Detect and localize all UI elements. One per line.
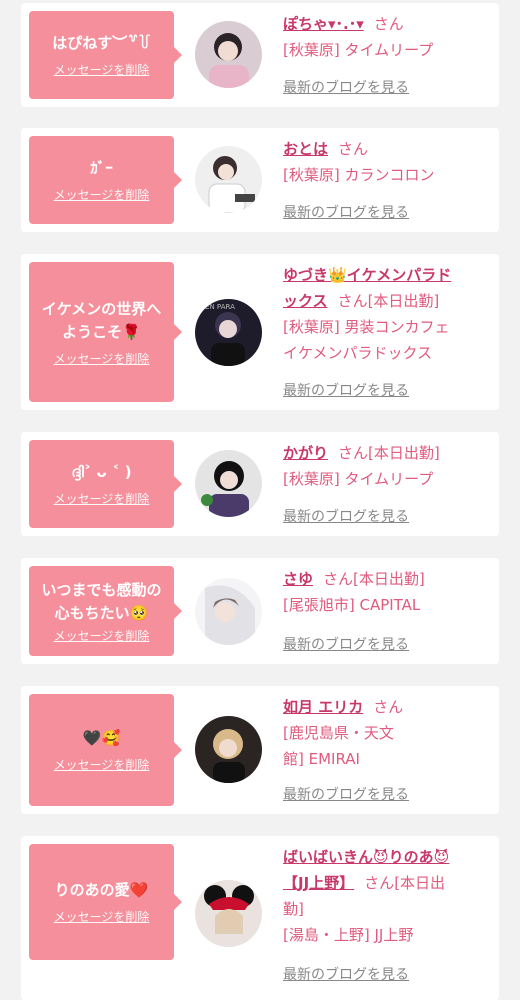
message-card: ദ്ദി˃ ᴗ ˂ ) メッセージを削除 かがり さん[本日出勤] [秋葉原] タ… [21, 432, 499, 536]
shop-text: [尾張旭市] CAPITAL [283, 596, 421, 614]
avatar[interactable] [195, 578, 262, 645]
shop-text: [秋葉原] タイムリープ [283, 41, 434, 59]
delete-message-link[interactable]: メッセージを削除 [54, 61, 150, 78]
message-bubble: ｶﾞｰ メッセージを削除 [29, 136, 182, 224]
delete-message-link[interactable]: メッセージを削除 [54, 908, 150, 925]
message-card: 🖤🥰 メッセージを削除 如月 エリカ さん [鹿児島県・天文 館] EMIRAI … [21, 686, 499, 814]
message-text-line2: ようこそ🌹 [62, 322, 141, 341]
latest-blog-link[interactable]: 最新のブログを見る [283, 77, 409, 97]
message-text: ദ്ദി˃ ᴗ ˂ ) [71, 463, 132, 481]
message-bubble: ദ്ദി˃ ᴗ ˂ ) メッセージを削除 [29, 440, 182, 528]
honorific: さん [338, 444, 369, 462]
cast-info: ばいばいきん😈りのあ😈 【JJ上野】 さん[本日出 勤] [湯島・上野] JJ上野 [283, 844, 493, 948]
latest-blog-link[interactable]: 最新のブログを見る [283, 506, 409, 526]
shop-text-line2: イケメンパラドックス [283, 344, 433, 362]
message-text-line1: いつまでも感動の [41, 580, 162, 599]
delete-message-link[interactable]: メッセージを削除 [54, 186, 150, 203]
message-text: ｶﾞｰ [90, 159, 113, 177]
avatar[interactable] [195, 880, 262, 947]
shop-text: [秋葉原] タイムリープ [283, 470, 434, 488]
honorific: さん [338, 140, 369, 158]
honorific: さん [323, 570, 354, 588]
cast-name-link[interactable]: かがり [283, 444, 328, 462]
message-card: りのあの愛❤️ メッセージを削除 ばいばいきん😈りのあ😈 【JJ上野】 さん[本日… [21, 836, 499, 1000]
cast-info: 如月 エリカ さん [鹿児島県・天文 館] EMIRAI [283, 694, 493, 772]
shop-text-line2: 館] EMIRAI [283, 750, 360, 768]
shop-text-line1: [秋葉原] 男装コンカフェ [283, 318, 450, 336]
message-card: いつまでも感動の 心もちたい🥺 メッセージを削除 さゆ さん[本日出勤] [尾張旭… [21, 558, 499, 664]
cast-name-link[interactable]: おとは [283, 140, 328, 158]
cast-info: ゆづき👑イケメンパラド ックス さん[本日出勤] [秋葉原] 男装コンカフェ イケ… [283, 262, 493, 366]
attendance-status: [本日出 [394, 874, 446, 892]
cast-name-link-cont[interactable]: 【JJ上野】 [283, 874, 354, 892]
message-text: りのあの愛❤️ [54, 881, 149, 899]
shop-text-line1: [鹿児島県・天文 [283, 724, 394, 742]
message-bubble: 🖤🥰 メッセージを削除 [29, 694, 182, 806]
delete-message-link[interactable]: メッセージを削除 [54, 350, 150, 367]
avatar[interactable] [195, 146, 262, 213]
svg-text:MEN PARA: MEN PARA [199, 303, 235, 311]
message-bubble: りのあの愛❤️ メッセージを削除 [29, 844, 182, 960]
cast-info: かがり さん[本日出勤] [秋葉原] タイムリープ [283, 440, 493, 492]
attendance-status: [本日出勤] [368, 444, 440, 462]
message-card: イケメンの世界へ ようこそ🌹 メッセージを削除 MEN PARA ゆづき👑イケメ… [21, 254, 499, 410]
cast-info: おとは さん [秋葉原] カランコロン [283, 136, 493, 188]
latest-blog-link[interactable]: 最新のブログを見る [283, 784, 409, 804]
message-bubble: はぴねす︶꒷꒦ メッセージを削除 [29, 11, 182, 99]
shop-text: [湯島・上野] JJ上野 [283, 926, 414, 944]
cast-name-link[interactable]: ばいばいきん😈りのあ😈 [283, 844, 493, 870]
attendance-status: [本日出勤] [353, 570, 425, 588]
avatar[interactable] [195, 716, 262, 783]
delete-message-link[interactable]: メッセージを削除 [54, 756, 150, 773]
latest-blog-link[interactable]: 最新のブログを見る [283, 380, 409, 400]
cast-name-link[interactable]: ぽちゃ▾･.･▾ [283, 15, 364, 33]
message-card: はぴねす︶꒷꒦ メッセージを削除 ぽちゃ▾･.･▾ さん [秋葉原] タイムリープ… [21, 3, 499, 107]
message-text-line2: 心もちたい🥺 [54, 603, 149, 622]
honorific: さん [364, 874, 395, 892]
delete-message-link[interactable]: メッセージを削除 [54, 490, 150, 507]
avatar[interactable]: MEN PARA [195, 299, 262, 366]
honorific: さん [373, 15, 404, 33]
message-text: はぴねす︶꒷꒦ [52, 34, 151, 52]
avatar[interactable] [195, 450, 262, 517]
attendance-status: [本日出勤] [367, 292, 440, 310]
cast-info: ぽちゃ▾･.･▾ さん [秋葉原] タイムリープ [283, 11, 493, 63]
latest-blog-link[interactable]: 最新のブログを見る [283, 964, 409, 984]
honorific: さん [373, 698, 404, 716]
message-card: ｶﾞｰ メッセージを削除 おとは さん [秋葉原] カランコロン 最新のブログを見… [21, 128, 499, 232]
message-bubble: イケメンの世界へ ようこそ🌹 メッセージを削除 [29, 262, 182, 402]
delete-message-link[interactable]: メッセージを削除 [54, 627, 150, 644]
message-bubble: いつまでも感動の 心もちたい🥺 メッセージを削除 [29, 566, 182, 656]
attendance-status-cont: 勤] [283, 900, 304, 918]
cast-name-link[interactable]: さゆ [283, 570, 313, 588]
cast-info: さゆ さん[本日出勤] [尾張旭市] CAPITAL [283, 566, 493, 618]
cast-name-link-cont[interactable]: ックス [283, 292, 328, 310]
message-text-line1: イケメンの世界へ [41, 299, 162, 318]
honorific: さん [337, 292, 368, 310]
latest-blog-link[interactable]: 最新のブログを見る [283, 202, 409, 222]
avatar[interactable] [195, 21, 262, 88]
cast-name-link[interactable]: ゆづき👑イケメンパラド [283, 262, 493, 288]
message-text: 🖤🥰 [82, 729, 121, 747]
cast-name-link[interactable]: 如月 エリカ [283, 698, 363, 716]
shop-text: [秋葉原] カランコロン [283, 166, 435, 184]
latest-blog-link[interactable]: 最新のブログを見る [283, 634, 409, 654]
